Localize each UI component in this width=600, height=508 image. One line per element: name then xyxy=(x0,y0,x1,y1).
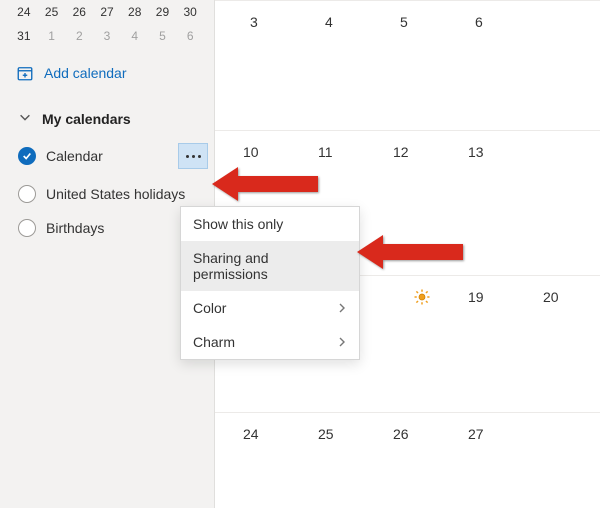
mini-calendar-day[interactable]: 28 xyxy=(121,0,149,24)
calendar-day-number[interactable]: 24 xyxy=(243,426,259,442)
mini-calendar-day[interactable]: 29 xyxy=(149,0,177,24)
calendar-day-number[interactable]: 13 xyxy=(468,144,484,160)
mini-calendar-day[interactable]: 6 xyxy=(176,24,204,48)
context-menu-item[interactable]: Sharing and permissions xyxy=(181,241,359,291)
mini-calendar-day[interactable]: 3 xyxy=(93,24,121,48)
context-menu-label: Sharing and permissions xyxy=(193,250,347,282)
calendar-item[interactable]: Calendar xyxy=(0,135,214,177)
calendar-day-number[interactable]: 6 xyxy=(475,14,483,30)
annotation-arrow xyxy=(212,167,318,201)
calendar-day-number[interactable]: 25 xyxy=(318,426,334,442)
mini-calendar-day[interactable]: 26 xyxy=(65,0,93,24)
mini-calendar-day[interactable]: 5 xyxy=(149,24,177,48)
mini-calendar-day[interactable]: 4 xyxy=(121,24,149,48)
mini-calendar-day[interactable]: 2 xyxy=(65,24,93,48)
calendar-day-number[interactable]: 19 xyxy=(468,289,484,305)
add-calendar-label: Add calendar xyxy=(44,65,127,81)
mini-calendar-day[interactable]: 31 xyxy=(10,24,38,48)
calendar-plus-icon xyxy=(16,64,34,82)
calendar-day-number[interactable]: 11 xyxy=(318,144,333,160)
calendar-day-number[interactable]: 5 xyxy=(400,14,408,30)
checkmark-icon[interactable] xyxy=(18,147,36,165)
mini-calendar-day[interactable]: 30 xyxy=(176,0,204,24)
section-title: My calendars xyxy=(42,111,131,127)
calendar-item-label: Calendar xyxy=(46,148,168,164)
mini-calendar-day[interactable]: 25 xyxy=(38,0,66,24)
calendar-day-number[interactable]: 27 xyxy=(468,426,484,442)
mini-calendar-day[interactable]: 24 xyxy=(10,0,38,24)
radio-unchecked-icon[interactable] xyxy=(18,185,36,203)
context-menu-label: Charm xyxy=(193,334,235,350)
context-menu-item[interactable]: Show this only xyxy=(181,207,359,241)
chevron-right-icon xyxy=(337,334,347,350)
annotation-arrow xyxy=(357,235,463,269)
add-calendar-link[interactable]: Add calendar xyxy=(0,48,214,92)
calendar-context-menu: Show this only Sharing and permissions Col… xyxy=(180,206,360,360)
calendar-day-number[interactable]: 3 xyxy=(250,14,258,30)
mini-calendar-day[interactable]: 27 xyxy=(93,0,121,24)
calendar-day-number[interactable]: 4 xyxy=(325,14,333,30)
calendar-day-number[interactable]: 26 xyxy=(393,426,409,442)
calendar-day-number[interactable]: 20 xyxy=(543,289,559,305)
context-menu-item[interactable]: Color xyxy=(181,291,359,325)
calendar-day-number[interactable]: 12 xyxy=(393,144,409,160)
ellipsis-icon xyxy=(186,155,201,158)
calendar-more-button[interactable] xyxy=(178,143,208,169)
section-my-calendars[interactable]: My calendars xyxy=(0,92,214,135)
calendar-day-number[interactable]: 10 xyxy=(243,144,259,160)
mini-calendar-day[interactable]: 1 xyxy=(38,24,66,48)
context-menu-item[interactable]: Charm xyxy=(181,325,359,359)
calendar-item-label: United States holidays xyxy=(46,186,208,202)
radio-unchecked-icon[interactable] xyxy=(18,219,36,237)
sun-icon xyxy=(413,288,431,306)
context-menu-label: Show this only xyxy=(193,216,283,232)
chevron-right-icon xyxy=(337,300,347,316)
context-menu-label: Color xyxy=(193,300,226,316)
chevron-down-icon xyxy=(18,110,32,127)
